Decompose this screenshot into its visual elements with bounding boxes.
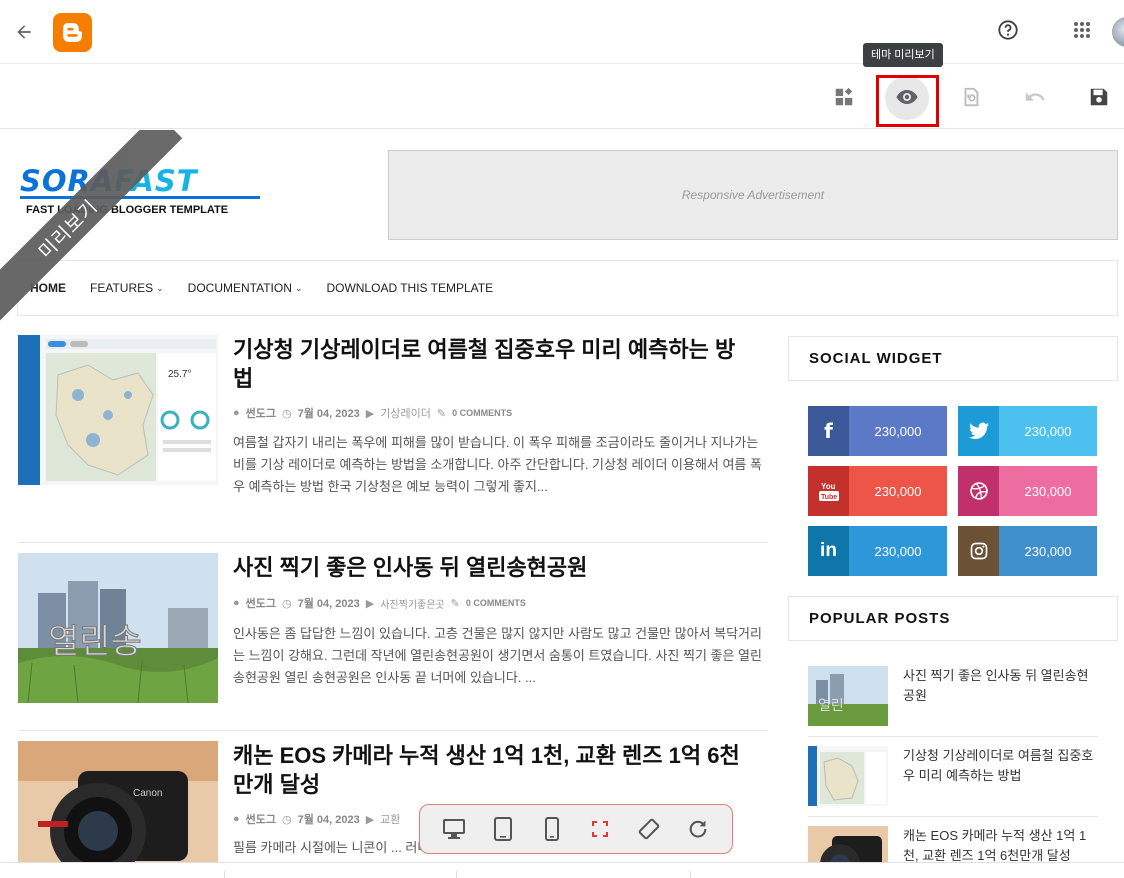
svg-text:25.7°: 25.7°	[168, 369, 191, 380]
post-thumbnail-weather-radar[interactable]: 25.7°	[18, 335, 218, 485]
social-facebook[interactable]: f 230,000	[808, 406, 947, 456]
theme-toolbar	[0, 64, 1124, 129]
popular-posts-title: POPULAR POSTS	[788, 596, 1118, 641]
fullscreen-icon[interactable]	[585, 814, 615, 844]
help-icon[interactable]	[994, 16, 1022, 44]
social-dribbble[interactable]: 230,000	[958, 466, 1097, 516]
post-title[interactable]: 캐논 EOS 카메라 누적 생산 1억 1천, 교환 렌즈 1억 6천만개 달성	[233, 741, 753, 799]
popular-post-item[interactable]: 열린 사진 찍기 좋은 인사동 뒤 열린송현공원	[808, 666, 1098, 726]
save-icon[interactable]	[1080, 78, 1118, 116]
post-meta: ● 썬도그 ◷ 7월 04, 2023 ▶ 기상레이더 ✎ 0 COMMENTS	[233, 407, 513, 420]
svg-text:Canon: Canon	[133, 788, 162, 799]
undo-icon[interactable]	[1016, 78, 1054, 116]
user-icon: ●	[233, 813, 240, 825]
youtube-icon: You Tube	[808, 466, 849, 516]
post-thumbnail-park[interactable]: 열린송	[18, 553, 218, 703]
social-widget-title: SOCIAL WIDGET	[788, 336, 1118, 381]
user-icon: ●	[233, 407, 240, 419]
post-thumbnail-camera[interactable]: Canon	[18, 741, 218, 878]
bottom-panel-edge	[0, 862, 1124, 878]
tablet-icon[interactable]	[488, 814, 518, 844]
svg-text:You: You	[821, 482, 836, 491]
popular-thumb-park: 열린	[808, 666, 888, 726]
blogger-logo-icon[interactable]	[53, 13, 92, 52]
post-item: 25.7° 기상청 기상레이더로 여름철 집중호우 미리 예측하는 방법 ● 썬도…	[18, 335, 768, 540]
main-nav: HOME FEATURES ⌄ DOCUMENTATION ⌄ DOWNLOAD T…	[17, 260, 1118, 316]
twitter-icon	[958, 406, 999, 456]
preview-highlight-box	[876, 75, 939, 127]
facebook-icon: f	[808, 406, 849, 456]
post-excerpt: 인사동은 좀 답답한 느낌이 있습니다. 고층 건물은 많지 않지만 사람도 많…	[233, 626, 762, 685]
blogger-theme-editor: 테마 미리보기 SORAFAST FAST LOADING BLOGGER TE…	[0, 0, 1124, 878]
mobile-icon[interactable]	[537, 814, 567, 844]
tag-icon: ▶	[365, 813, 375, 826]
popular-thumb-radar	[808, 746, 888, 806]
popular-post-title[interactable]: 기상청 기상레이더로 여름철 집중호우 미리 예측하는 방법	[903, 746, 1098, 786]
nav-documentation[interactable]: DOCUMENTATION ⌄	[188, 281, 303, 295]
instagram-icon	[958, 526, 999, 576]
logo-underline	[20, 196, 260, 199]
popular-post-item[interactable]: 기상청 기상레이더로 여름철 집중호우 미리 예측하는 방법	[808, 746, 1098, 806]
divider	[456, 871, 457, 878]
clock-icon: ◷	[282, 407, 292, 420]
dribbble-icon	[958, 466, 999, 516]
apps-grid-icon[interactable]	[1068, 16, 1096, 44]
comment-icon: ✎	[450, 597, 460, 610]
svg-text:열린송: 열린송	[48, 622, 142, 662]
rotate-icon[interactable]	[634, 814, 664, 844]
post-item: 열린송 사진 찍기 좋은 인사동 뒤 열린송현공원 ● 썬도그 ◷ 7월 04, 2…	[18, 553, 768, 733]
clock-icon: ◷	[282, 597, 292, 610]
popular-post-title[interactable]: 사진 찍기 좋은 인사동 뒤 열린송현공원	[903, 666, 1098, 706]
chevron-down-icon: ⌄	[156, 282, 164, 293]
desktop-icon[interactable]	[439, 814, 469, 844]
post-title[interactable]: 기상청 기상레이더로 여름철 집중호우 미리 예측하는 방법	[233, 335, 753, 393]
device-toggle-bar	[419, 804, 733, 854]
comment-icon: ✎	[436, 407, 447, 420]
tag-icon: ▶	[365, 407, 375, 420]
user-icon: ●	[233, 597, 240, 609]
post-title[interactable]: 사진 찍기 좋은 인사동 뒤 열린송현공원	[233, 553, 753, 582]
linkedin-icon: in	[808, 526, 849, 576]
social-instagram[interactable]: 230,000	[958, 526, 1097, 576]
blog-preview: SORAFAST FAST LOADING BLOGGER TEMPLATE R…	[0, 130, 1124, 878]
post-meta: ● 썬도그 ◷ 7월 04, 2023 ▶ 교환	[233, 813, 401, 826]
chevron-down-icon: ⌄	[294, 282, 303, 293]
divider	[690, 871, 691, 878]
svg-text:Tube: Tube	[821, 494, 837, 501]
account-avatar[interactable]	[1112, 17, 1124, 47]
post-divider	[18, 730, 768, 731]
tag-icon: ▶	[365, 597, 375, 610]
popular-post-title[interactable]: 캐논 EOS 카메라 누적 생산 1억 1천, 교환 렌즈 1억 6천만개 달성	[903, 826, 1098, 866]
nav-download[interactable]: DOWNLOAD THIS TEMPLATE	[326, 281, 493, 295]
preview-tooltip: 테마 미리보기	[863, 43, 943, 67]
nav-features[interactable]: FEATURES ⌄	[90, 281, 164, 295]
popular-divider	[808, 816, 1098, 817]
svg-text:열린: 열린	[818, 698, 844, 714]
social-youtube[interactable]: You Tube 230,000	[808, 466, 947, 516]
top-bar	[0, 0, 1124, 64]
post-divider	[18, 542, 768, 543]
refresh-icon[interactable]	[683, 814, 713, 844]
social-linkedin[interactable]: in 230,000	[808, 526, 947, 576]
post-meta: ● 썬도그 ◷ 7월 04, 2023 ▶ 사진찍기좋은곳 ✎ 0 COMMENTS	[233, 597, 526, 611]
post-excerpt: 여름철 갑자기 내리는 폭우에 피해를 많이 받습니다. 이 폭우 피해를 조금…	[233, 435, 762, 494]
back-arrow-icon[interactable]	[10, 18, 38, 46]
layout-icon[interactable]	[825, 78, 863, 116]
clock-icon: ◷	[282, 813, 292, 826]
social-twitter[interactable]: 230,000	[958, 406, 1097, 456]
advertisement-box: Responsive Advertisement	[388, 150, 1118, 240]
popular-divider	[808, 736, 1098, 737]
restore-icon[interactable]	[952, 78, 990, 116]
divider	[224, 871, 225, 878]
